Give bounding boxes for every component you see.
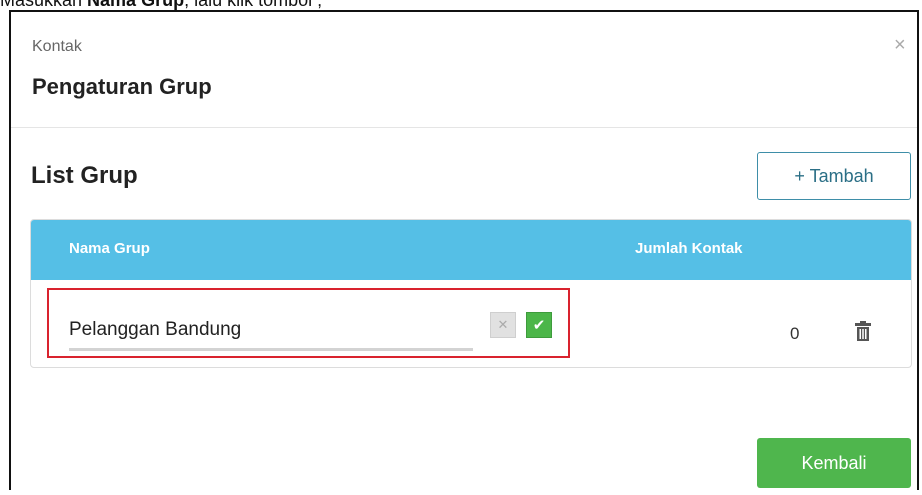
column-header-count: Jumlah Kontak	[635, 240, 743, 257]
caption-bold-text: Nama Grup	[87, 0, 185, 10]
confirm-edit-button[interactable]: ✔	[526, 312, 552, 338]
check-icon: ✔	[532, 317, 546, 334]
group-settings-modal: Kontak Pengaturan Grup × List Grup + Tam…	[9, 10, 919, 490]
caption-text-2: , lalu klik tombol	[184, 0, 318, 10]
column-header-name: Nama Grup	[69, 240, 150, 257]
trash-icon[interactable]	[854, 321, 872, 341]
back-button[interactable]: Kembali	[757, 438, 911, 488]
close-icon[interactable]: ×	[894, 34, 906, 57]
modal-breadcrumb: Kontak	[32, 38, 82, 55]
cancel-edit-button[interactable]: ✕	[490, 312, 516, 338]
caption-text-1: Masukkan	[0, 0, 88, 10]
header-divider	[11, 127, 917, 128]
group-name-input[interactable]	[69, 312, 473, 351]
table-header: Nama Grup Jumlah Kontak	[31, 220, 911, 280]
modal-title: Pengaturan Grup	[32, 74, 212, 99]
list-title: List Grup	[31, 162, 138, 189]
contact-count: 0	[790, 324, 800, 343]
add-group-button[interactable]: + Tambah	[757, 152, 911, 200]
caption-text-3: ;	[317, 0, 323, 10]
close-icon: ✕	[497, 317, 509, 332]
